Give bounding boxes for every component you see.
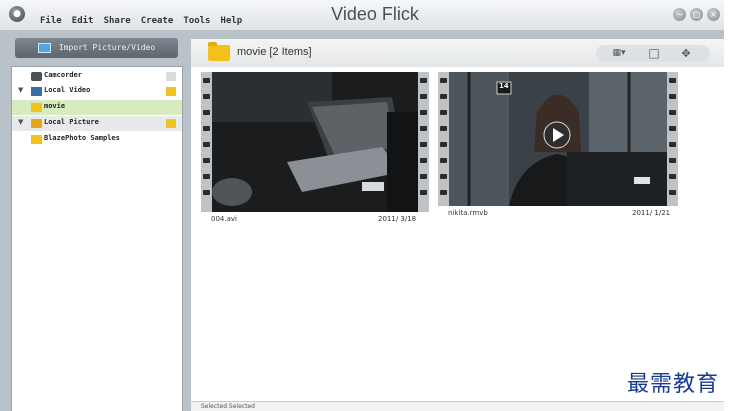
tree-item-camcorder[interactable]: Camcorder — [12, 69, 182, 84]
tree-item-local-picture[interactable]: ▼ Local Picture — [12, 116, 182, 131]
film-strip — [667, 72, 678, 206]
tree-item-blazephoto-samples[interactable]: BlazePhoto Samples — [12, 132, 182, 147]
add-folder-icon[interactable] — [166, 119, 176, 128]
menu-bar: File Edit Share Create Tools Help — [40, 8, 247, 26]
folder-icon — [208, 42, 230, 61]
folder-header: movie [2 Items] ▦▾ □ ✥ — [191, 39, 724, 67]
video-thumbnail[interactable] — [201, 72, 429, 212]
video-thumbnail[interactable]: 14 — [438, 72, 678, 206]
eject-icon[interactable] — [166, 72, 176, 81]
single-view-icon[interactable]: □ — [646, 46, 662, 61]
tree-item-label: movie — [44, 102, 66, 110]
video-name: nikita.rmvb — [448, 209, 488, 217]
import-button-label: Import Picture/Video — [58, 43, 156, 52]
tree-item-label: BlazePhoto Samples — [44, 134, 120, 142]
expand-arrow-icon[interactable]: ▼ — [18, 118, 23, 126]
tree-item-label: Local Video — [44, 86, 91, 94]
video-folder-icon — [31, 87, 42, 96]
folder-icon — [31, 103, 42, 112]
tree-item-local-video[interactable]: ▼ Local Video — [12, 84, 182, 99]
video-frame: 14 — [449, 72, 667, 206]
status-bar: Selected Selected — [191, 401, 724, 411]
expand-arrow-icon[interactable]: ▼ — [18, 86, 23, 94]
fullscreen-icon[interactable]: ✥ — [678, 46, 694, 61]
main-panel: movie [2 Items] ▦▾ □ ✥ 004.avi 2011/ 3/1… — [191, 39, 724, 411]
grid-view-icon[interactable]: ▦▾ — [604, 46, 634, 61]
folder-icon — [31, 135, 42, 144]
film-strip — [438, 72, 449, 206]
title-bar: ● File Edit Share Create Tools Help Vide… — [0, 0, 724, 30]
menu-share[interactable]: Share — [104, 16, 131, 26]
film-strip — [201, 72, 212, 212]
tree-item-movie[interactable]: movie — [12, 100, 182, 115]
menu-help[interactable]: Help — [221, 16, 243, 26]
video-badge: 14 — [499, 82, 509, 90]
sidebar-tree: Camcorder ▼ Local Video movie ▼ Local Pi… — [11, 66, 183, 411]
tree-item-label: Camcorder — [44, 71, 82, 79]
picture-folder-icon — [31, 119, 42, 128]
add-folder-icon[interactable] — [166, 87, 176, 96]
app-window: ● File Edit Share Create Tools Help Vide… — [0, 0, 724, 411]
watermark-text: 最需教育 — [627, 372, 720, 397]
window-title: Video Flick — [331, 4, 419, 24]
camcorder-icon — [31, 72, 42, 81]
menu-create[interactable]: Create — [141, 16, 174, 26]
minimize-icon[interactable]: − — [673, 8, 686, 21]
video-date: 2011/ 3/18 — [378, 215, 417, 223]
menu-file[interactable]: File — [40, 16, 62, 26]
import-button[interactable]: Import Picture/Video — [15, 38, 178, 58]
close-icon[interactable]: × — [707, 8, 720, 21]
video-date: 2011/ 1/21 — [632, 209, 671, 217]
monitor-icon — [37, 42, 51, 53]
app-logo-icon[interactable]: ● — [9, 6, 25, 22]
menu-tools[interactable]: Tools — [183, 16, 210, 26]
view-controls: ▦▾ □ ✥ — [596, 45, 710, 62]
video-name: 004.avi — [211, 215, 237, 223]
tree-item-label: Local Picture — [44, 118, 99, 126]
menu-edit[interactable]: Edit — [72, 16, 94, 26]
maximize-icon[interactable]: □ — [690, 8, 703, 21]
video-frame — [212, 72, 418, 212]
folder-label: movie [2 Items] — [237, 46, 312, 58]
film-strip — [418, 72, 429, 212]
